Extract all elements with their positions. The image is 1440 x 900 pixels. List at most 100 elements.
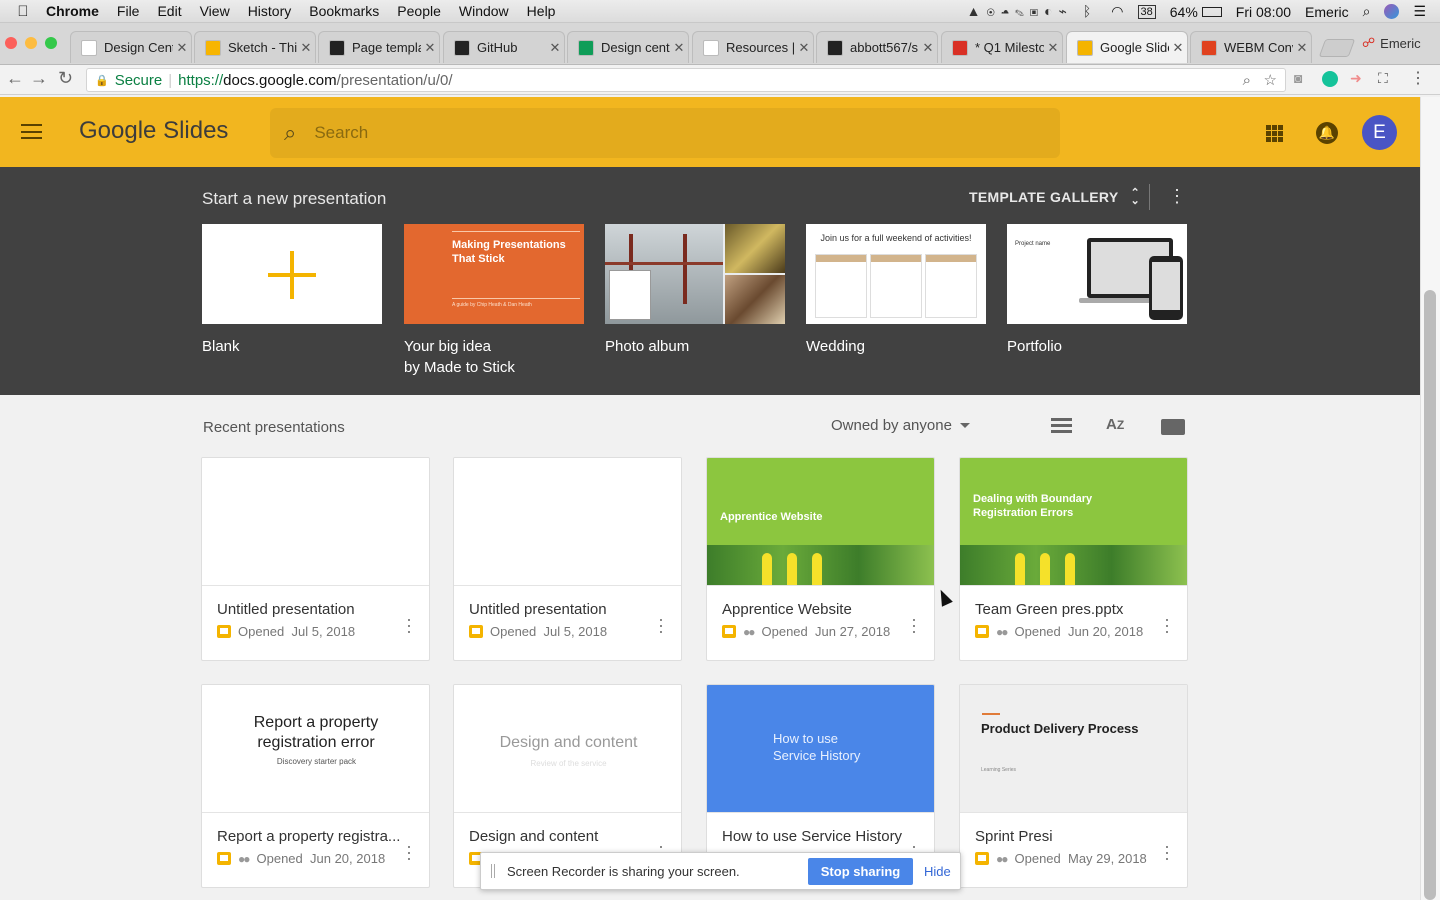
hide-button[interactable]: Hide [924, 864, 951, 879]
browser-tab[interactable]: abbott567/s ✕ [816, 31, 938, 63]
presentation-card[interactable]: Untitled presentation Opened Jul 5, 2018 ·… [201, 457, 430, 661]
extension-screenshot-icon[interactable]: ⛶ [1378, 70, 1388, 87]
browser-tab[interactable]: Page templa ✕ [318, 31, 440, 63]
menubar-user[interactable]: Emeric [1305, 4, 1349, 20]
main-menu-icon[interactable] [21, 124, 42, 139]
wifi-icon[interactable]: ◠ [1111, 3, 1123, 20]
presentation-card[interactable]: Untitled presentation Opened Jul 5, 2018 ·… [453, 457, 682, 661]
menu-app-name[interactable]: Chrome [46, 3, 99, 19]
template-photo-album[interactable] [605, 224, 785, 324]
template-wedding-label[interactable]: Wedding [806, 338, 865, 355]
menu-help[interactable]: Help [527, 3, 556, 19]
menu-file[interactable]: File [117, 3, 140, 19]
card-title: Untitled presentation [217, 601, 355, 618]
browser-tab[interactable]: GitHub ✕ [443, 31, 565, 63]
tab-close-icon[interactable]: ✕ [1169, 40, 1187, 56]
template-blank[interactable] [202, 224, 382, 324]
tab-close-icon[interactable]: ✕ [795, 40, 813, 56]
menu-window[interactable]: Window [459, 3, 509, 19]
window-zoom-button[interactable] [45, 37, 57, 49]
tab-close-icon[interactable]: ✕ [421, 40, 439, 56]
template-portfolio-label[interactable]: Portfolio [1007, 338, 1062, 355]
battery-percent[interactable]: 64% [1170, 4, 1198, 20]
folder-icon[interactable] [1161, 419, 1185, 435]
clock[interactable]: Fri 08:00 [1236, 4, 1291, 20]
tab-close-icon[interactable]: ✕ [297, 40, 315, 56]
reload-icon[interactable]: ↻ [58, 68, 73, 89]
search-input[interactable]: Search [314, 123, 368, 143]
address-bar[interactable]: 🔒 Secure | https://docs.google.com/prese… [86, 68, 1286, 92]
back-icon[interactable]: ← [6, 68, 24, 89]
template-big-idea-label[interactable]: Your big idea [404, 338, 491, 355]
notification-center-icon[interactable]: ☰ [1413, 3, 1426, 20]
account-avatar[interactable]: E [1362, 115, 1397, 150]
stop-sharing-button[interactable]: Stop sharing [808, 858, 913, 885]
apple-icon[interactable]:  [0, 3, 46, 20]
tab-close-icon[interactable]: ✕ [670, 40, 688, 56]
card-more-icon[interactable]: ··· [657, 610, 665, 640]
template-gallery-button[interactable]: TEMPLATE GALLERY ⌃ ⌄ [969, 188, 1140, 207]
apps-grid-icon[interactable] [1266, 125, 1283, 142]
menu-people[interactable]: People [397, 3, 441, 19]
browser-tab[interactable]: Resources | ✕ [692, 31, 814, 63]
template-big-idea[interactable]: Making Presentations That Stick A guide … [404, 224, 584, 324]
browser-tab[interactable]: * Q1 Milesto ✕ [941, 31, 1063, 63]
menu-bookmarks[interactable]: Bookmarks [309, 3, 379, 19]
menu-view[interactable]: View [200, 3, 230, 19]
status-icons[interactable]: ▲◉☁✎▣◐⌁ ᛒ [967, 3, 1098, 20]
profile-chip[interactable]: ☍ Emeric [1362, 35, 1421, 51]
input-source-icon[interactable]: 38 [1137, 4, 1156, 19]
card-thumbnail [202, 458, 429, 586]
template-portfolio[interactable]: Project name [1007, 224, 1187, 324]
forward-icon[interactable]: → [30, 68, 48, 89]
presentation-card[interactable]: Dealing with Boundary Registration Error… [959, 457, 1188, 661]
menu-history[interactable]: History [248, 3, 292, 19]
card-more-icon[interactable]: ··· [910, 610, 918, 640]
tab-close-icon[interactable]: ✕ [1044, 40, 1062, 56]
tab-close-icon[interactable]: ✕ [1293, 40, 1311, 56]
search-bar[interactable]: ⌕ Search [270, 108, 1060, 158]
window-minimize-button[interactable] [25, 37, 37, 49]
zoom-icon[interactable]: ⌕ [1243, 72, 1251, 89]
presentation-card[interactable]: Apprentice Website Apprentice Website ●● Op… [706, 457, 935, 661]
tab-close-icon[interactable]: ✕ [546, 40, 564, 56]
template-more-icon[interactable]: ⋮ [1168, 186, 1186, 207]
extension-grammarly-icon[interactable] [1322, 71, 1338, 87]
extension-arrow-icon[interactable]: ➜ [1350, 70, 1362, 87]
browser-tab[interactable]: Design Cent ✕ [70, 31, 192, 63]
presentation-card[interactable]: Product Delivery Process Learning Series S… [959, 684, 1188, 888]
app-logo[interactable]: Google Slides [79, 117, 228, 145]
card-more-icon[interactable]: ··· [405, 610, 413, 640]
spotlight-icon[interactable]: ⌕ [1363, 3, 1371, 20]
browser-tab[interactable]: WEBM Conv ✕ [1190, 31, 1312, 63]
card-more-icon[interactable]: ··· [1163, 610, 1171, 640]
card-more-icon[interactable]: ··· [405, 837, 413, 867]
tab-close-icon[interactable]: ✕ [919, 40, 937, 56]
battery-icon[interactable] [1201, 6, 1222, 17]
bookmark-star-icon[interactable]: ☆ [1264, 71, 1277, 89]
window-close-button[interactable] [5, 37, 17, 49]
photo-caption-box [609, 270, 651, 320]
owner-filter-dropdown[interactable]: Owned by anyone [831, 417, 970, 434]
template-wedding[interactable]: Join us for a full weekend of activities… [806, 224, 986, 324]
siri-icon[interactable] [1384, 4, 1400, 19]
new-tab-button[interactable] [1318, 39, 1356, 57]
drag-handle-icon[interactable] [491, 864, 495, 878]
template-blank-label[interactable]: Blank [202, 338, 240, 355]
list-view-icon[interactable] [1051, 418, 1072, 433]
scrollbar-thumb[interactable] [1424, 290, 1436, 900]
browser-tab[interactable]: Design cent ✕ [567, 31, 689, 63]
sort-az-icon[interactable]: AZ [1106, 416, 1124, 433]
chrome-menu-icon[interactable]: ⋮ [1410, 68, 1426, 88]
search-icon[interactable]: ⌕ [284, 120, 296, 146]
browser-tab[interactable]: Sketch - Thi ✕ [194, 31, 316, 63]
browser-tab[interactable]: Google Slide ✕ [1066, 31, 1188, 63]
notifications-icon[interactable]: 🔔 [1316, 122, 1338, 144]
card-opened-label: Opened [256, 851, 303, 866]
presentation-card[interactable]: Report a property registration error Disc… [201, 684, 430, 888]
extension-camera-icon[interactable]: ◙ [1294, 70, 1302, 86]
template-photo-album-label[interactable]: Photo album [605, 338, 689, 355]
menu-edit[interactable]: Edit [157, 3, 181, 19]
card-more-icon[interactable]: ··· [1163, 837, 1171, 867]
tab-close-icon[interactable]: ✕ [173, 40, 191, 56]
